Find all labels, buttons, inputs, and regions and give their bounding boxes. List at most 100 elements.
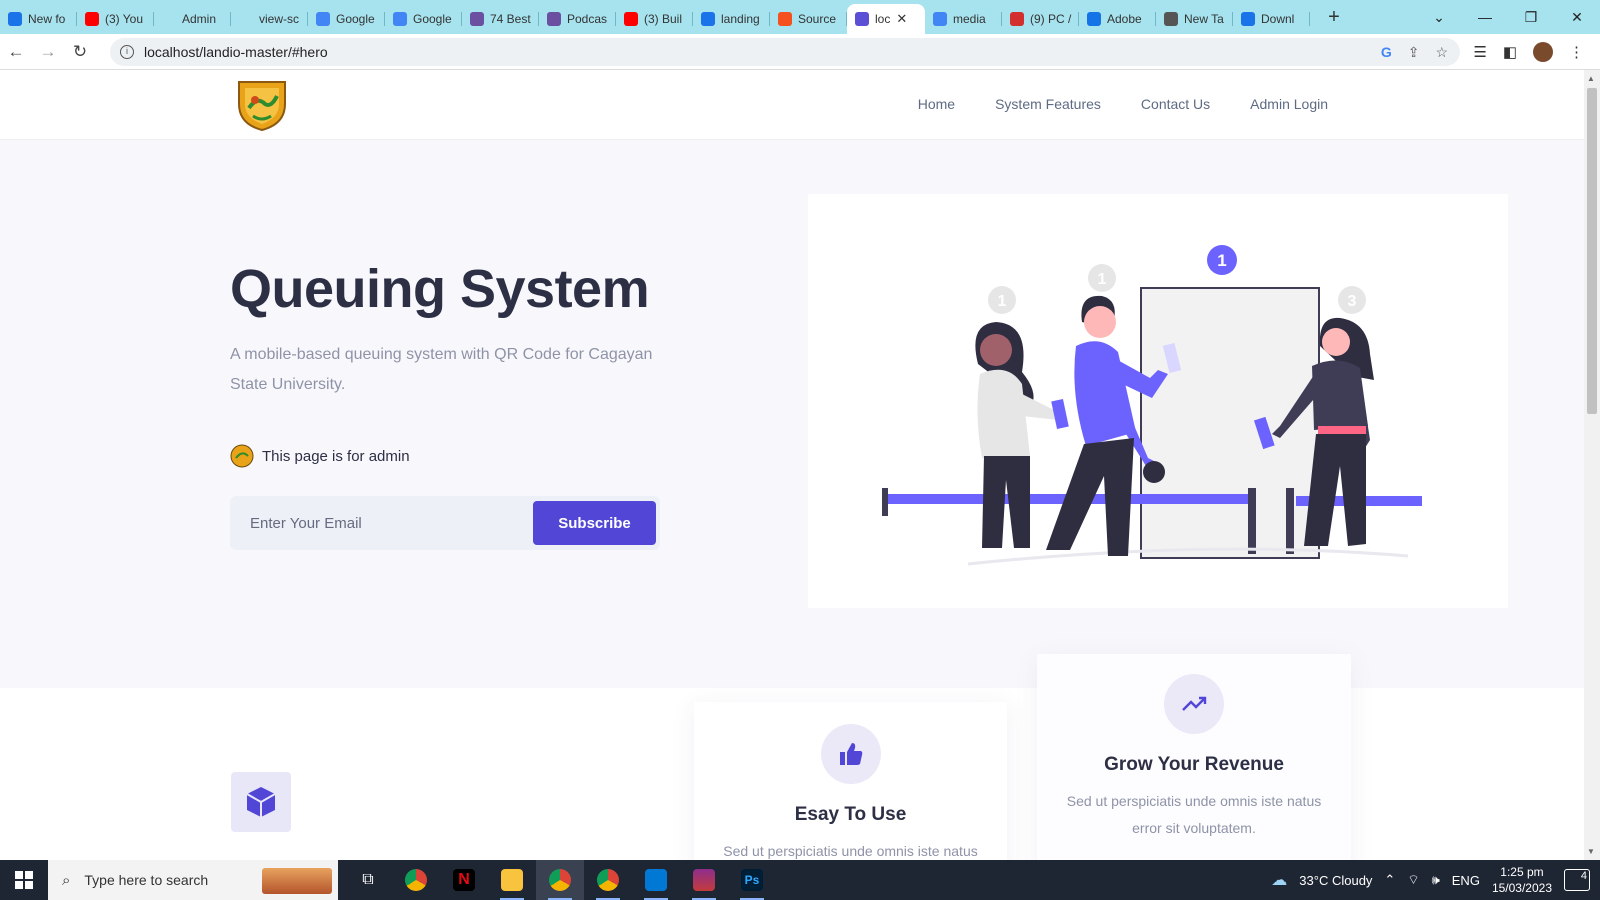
browser-tab[interactable]: (9) PC / [1002, 4, 1079, 34]
subscribe-form: Subscribe [230, 496, 660, 550]
reload-button[interactable]: ↻ [64, 42, 96, 62]
new-tab-button[interactable]: + [1322, 6, 1346, 29]
admin-note-text: This page is for admin [262, 447, 410, 465]
browser-tab[interactable]: landing [693, 4, 770, 34]
nav-admin-login[interactable]: Admin Login [1250, 96, 1328, 112]
site-header: Home System Features Contact Us Admin Lo… [0, 70, 1584, 140]
close-window-button[interactable]: ✕ [1554, 9, 1600, 26]
browser-tab[interactable]: Downl [1233, 4, 1310, 34]
netflix-icon[interactable]: N [440, 860, 488, 900]
browser-tab[interactable]: media [925, 4, 1002, 34]
scroll-down-arrow[interactable]: ▼ [1587, 847, 1595, 856]
browser-tab[interactable]: New Ta [1156, 4, 1233, 34]
volume-icon[interactable]: 🕪 [1432, 872, 1440, 888]
browser-tab[interactable]: Adobe [1079, 4, 1156, 34]
browser-tab[interactable]: Google [308, 4, 385, 34]
browser-tab[interactable]: loc ✕ [847, 4, 925, 34]
network-icon[interactable]: ⌔ [1407, 872, 1419, 888]
queue-illustration: 1 1 1 3 [808, 194, 1508, 608]
tab-label: landing [721, 12, 760, 26]
weather-text[interactable]: 33°C Cloudy [1299, 873, 1372, 888]
vscode-icon[interactable] [632, 860, 680, 900]
tab-label: Source [798, 12, 837, 26]
cube-icon [246, 787, 276, 817]
file-explorer-icon[interactable] [488, 860, 536, 900]
nav-home[interactable]: Home [918, 96, 955, 112]
features-section: Esay To Use Sed ut perspiciatis unde omn… [0, 654, 1584, 860]
back-button[interactable]: ← [0, 42, 32, 62]
pinned-apps: ⧉ N Ps [344, 860, 776, 900]
weather-icon[interactable]: ☁ [1271, 870, 1287, 890]
tab-label: New fo [28, 12, 66, 26]
reading-list-icon[interactable]: ☰ [1473, 43, 1486, 61]
photoshop-icon[interactable]: Ps [728, 860, 776, 900]
tab-label: view-sc [259, 12, 300, 26]
browser-tab[interactable]: Podcas [539, 4, 616, 34]
feature-card-easy: Esay To Use Sed ut perspiciatis unde omn… [694, 702, 1007, 860]
subscribe-button[interactable]: Subscribe [533, 501, 656, 545]
tab-favicon-icon [778, 12, 792, 26]
barrier-post [882, 488, 888, 516]
admin-note: This page is for admin [230, 444, 410, 468]
site-info-icon[interactable]: i [120, 45, 134, 59]
forward-button[interactable]: → [32, 42, 64, 62]
google-lens-icon[interactable]: G [1381, 44, 1392, 61]
tray-overflow-icon[interactable]: ⌃ [1384, 872, 1395, 888]
browser-tab[interactable]: New fo [0, 4, 77, 34]
university-logo[interactable] [235, 78, 289, 132]
browser-tab[interactable]: 74 Best [462, 4, 539, 34]
scroll-up-arrow[interactable]: ▲ [1587, 74, 1595, 83]
email-input[interactable] [230, 496, 530, 550]
taskbar-search[interactable]: ⌕ Type here to search [48, 860, 338, 900]
search-placeholder: Type here to search [84, 872, 209, 888]
winrar-icon[interactable] [680, 860, 728, 900]
tab-favicon-icon [470, 12, 484, 26]
tab-favicon-icon [701, 12, 715, 26]
tab-label: loc [875, 12, 891, 26]
nav-contact-us[interactable]: Contact Us [1141, 96, 1210, 112]
bookmark-star-icon[interactable]: ☆ [1435, 44, 1448, 61]
tab-strip: New fo (3) You Admin view-sc Google Google 74 … [0, 0, 1310, 34]
url-bar[interactable]: i localhost/landio-master/#hero G ⇪ ☆ [110, 38, 1460, 66]
browser-tab[interactable]: Google [385, 4, 462, 34]
clock-time: 1:25 pm [1500, 865, 1544, 879]
tab-label: Google [413, 12, 452, 26]
tab-label: (9) PC / [1030, 12, 1072, 26]
feature-icon-circle [820, 724, 881, 784]
tab-favicon-icon [547, 12, 561, 26]
tab-favicon-icon [1087, 12, 1101, 26]
browser-tab[interactable]: (3) Buil [616, 4, 693, 34]
nav-system-features[interactable]: System Features [995, 96, 1101, 112]
notification-center-icon[interactable]: 4 [1564, 869, 1590, 891]
chrome-profile-icon[interactable] [536, 860, 584, 900]
share-icon[interactable]: ⇪ [1408, 44, 1420, 61]
language-indicator[interactable]: ENG [1452, 873, 1480, 888]
browser-tab[interactable]: Admin [154, 4, 231, 34]
cube-icon-box [231, 772, 291, 832]
scrollbar-thumb[interactable] [1587, 88, 1597, 414]
side-panel-icon[interactable]: ◧ [1503, 43, 1517, 61]
chrome-profile-2-icon[interactable] [584, 860, 632, 900]
tab-favicon-icon [624, 12, 638, 26]
browser-tab[interactable]: (3) You [77, 4, 154, 34]
chrome-icon[interactable] [392, 860, 440, 900]
address-toolbar: ← → ↻ i localhost/landio-master/#hero G … [0, 34, 1600, 70]
tab-label: Podcas [567, 12, 608, 26]
tab-favicon-icon [933, 12, 947, 26]
clock[interactable]: 1:25 pm 15/03/2023 [1492, 864, 1552, 896]
menu-kebab-icon[interactable]: ⋮ [1569, 43, 1584, 61]
close-tab-icon[interactable]: ✕ [896, 11, 907, 27]
browser-tab[interactable]: view-sc [231, 4, 308, 34]
restore-button[interactable]: ❐ [1508, 9, 1554, 26]
tab-search-icon[interactable]: ⌄ [1416, 9, 1462, 26]
minimize-button[interactable]: — [1462, 9, 1508, 25]
task-view-icon[interactable]: ⧉ [344, 860, 392, 900]
tab-favicon-icon [1010, 12, 1024, 26]
start-button[interactable] [0, 860, 48, 900]
page-scrollbar[interactable]: ▲ ▼ [1584, 70, 1600, 860]
profile-avatar[interactable] [1533, 42, 1553, 62]
barrier-post [1286, 488, 1294, 554]
browser-tab[interactable]: Source [770, 4, 847, 34]
extension-icons: ☰ ◧ ⋮ [1473, 42, 1584, 62]
search-highlight-image [262, 868, 332, 894]
